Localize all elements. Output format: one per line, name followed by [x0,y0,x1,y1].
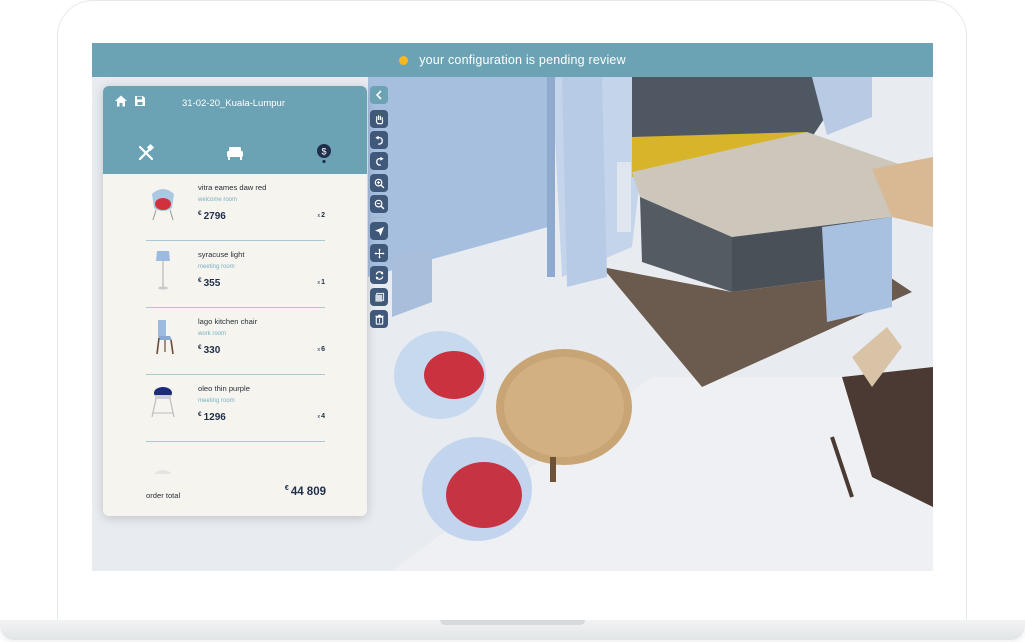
order-total-amount: 44 809 [290,486,326,498]
item-quantity: x6 [317,346,325,353]
wooden-chair-thumbnail [156,320,174,355]
order-total-row: order total €44 809 [103,474,367,516]
item-name: vitra eames daw red [198,183,267,192]
item-name: syracuse light [198,250,245,259]
quantity-prefix: x [317,347,321,353]
currency-symbol: € [284,485,289,492]
panel-header: 31-02-20_Kuala-Lumpur $ [103,86,367,174]
item-quantity-value: 6 [321,346,325,353]
toolbar-divider [372,217,386,218]
quantity-prefix: x [317,414,321,420]
item-quantity-value: 4 [321,413,325,420]
tools-icon [138,143,155,161]
home-icon[interactable] [114,94,128,108]
item-price: €1296 [198,411,226,423]
select-tool-button[interactable] [370,222,388,240]
status-bar: your configuration is pending review [92,43,933,77]
item-quantity-value: 2 [321,212,325,219]
status-text: your configuration is pending review [419,53,626,67]
item-room: welcome room [198,197,238,203]
bar-stool-thumbnail [151,387,175,418]
item-room: work room [198,331,227,337]
currency-symbol: € [198,344,202,351]
zoom-out-button[interactable] [370,195,388,213]
move-icon [373,247,385,259]
item-price: €2796 [198,210,226,222]
layers-icon [374,292,384,302]
save-icon[interactable] [133,94,147,108]
order-items-list[interactable]: vitra eames daw red welcome room €2796 x… [103,174,367,474]
red-armchair-thumbnail [152,189,174,221]
currency-symbol: € [198,411,202,418]
list-item[interactable]: oleo thin purple meeting room €1296 x4 [146,375,325,442]
item-price: €330 [198,344,220,356]
item-price: €355 [198,277,220,289]
item-price-value: 355 [203,278,221,289]
laptop-notch [440,620,585,625]
dollar-icon: $ [317,144,331,158]
delete-button[interactable] [370,310,388,328]
hand-icon [375,114,383,124]
undo-button[interactable] [370,131,388,149]
pan-tool-button[interactable] [370,110,388,128]
order-panel: 31-02-20_Kuala-Lumpur $ vitra eames daw … [103,86,367,516]
trash-icon [374,314,384,325]
list-item[interactable]: lago kitchen chair work room €330 x6 [146,308,325,375]
undo-icon [374,135,383,145]
cursor-icon [374,226,384,236]
zoom-in-button[interactable] [370,174,388,192]
item-quantity-value: 1 [321,279,325,286]
rotate-tool-button[interactable] [370,266,388,284]
item-name: oleo thin purple [198,384,250,393]
item-quantity: x1 [317,279,325,286]
project-title: 31-02-20_Kuala-Lumpur [182,98,285,109]
quantity-prefix: x [317,213,321,219]
collapse-panel-button[interactable] [370,86,388,104]
item-quantity: x2 [317,212,325,219]
list-item[interactable] [146,442,325,474]
rotate-icon [375,270,383,280]
item-price-value: 2796 [203,211,226,222]
layers-button[interactable] [370,288,388,306]
tab-tools[interactable] [135,142,157,164]
tab-furniture[interactable] [224,142,246,164]
redo-icon [375,156,384,166]
app-screen: your configuration is pending review 31-… [92,43,933,571]
status-dot-icon [399,55,409,65]
item-name: lago kitchen chair [198,317,258,326]
zoom-in-icon [374,178,384,188]
item-quantity: x4 [317,413,325,420]
item-price-value: 1296 [203,412,226,423]
zoom-out-icon [374,199,384,209]
list-item[interactable]: vitra eames daw red welcome room €2796 x… [146,174,325,241]
list-item[interactable]: syracuse light meeting room €355 x1 [146,241,325,308]
redo-button[interactable] [370,152,388,170]
currency-symbol: € [198,277,202,284]
item-room: meeting room [198,264,235,270]
order-total-value: €44 809 [285,485,326,498]
move-tool-button[interactable] [370,244,388,262]
item-thumbnail [154,470,172,474]
currency-symbol: € [198,210,202,217]
quantity-prefix: x [317,280,321,286]
item-price-value: 330 [203,345,221,356]
item-room: meeting room [198,398,235,404]
floor-lamp-thumbnail [156,251,170,290]
sofa-icon [227,147,243,160]
chevron-left-icon [375,90,382,100]
tab-pricing[interactable]: $ [313,142,335,164]
svg-text:$: $ [321,147,326,157]
order-total-label: order total [146,491,181,500]
